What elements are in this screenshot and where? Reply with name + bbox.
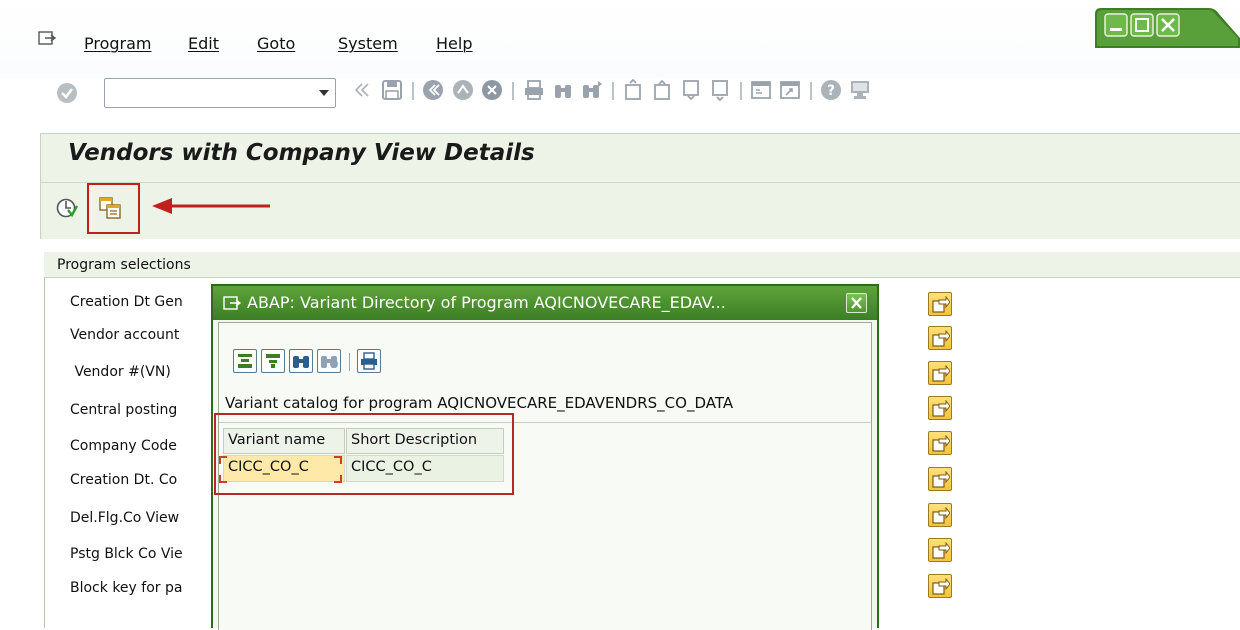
toolbar-separator <box>740 82 742 100</box>
multiple-selection-button[interactable] <box>928 431 952 455</box>
cancel-icon[interactable] <box>481 79 503 101</box>
back-arrow-icon[interactable] <box>422 79 444 101</box>
shortcut-icon[interactable] <box>779 79 801 101</box>
multiple-selection-icon <box>932 365 950 382</box>
header-divider <box>40 182 1240 183</box>
menu-bar: Program Edit Goto System Help <box>0 0 1240 78</box>
layout-icon[interactable] <box>849 79 871 101</box>
standard-toolbar <box>0 74 1240 118</box>
field-label-vendor-account: Vendor account <box>70 327 180 343</box>
multiple-selection-button[interactable] <box>928 538 952 562</box>
variant-table-highlight <box>214 413 514 495</box>
multiple-selection-button[interactable] <box>928 396 952 420</box>
chevron-down-icon[interactable] <box>319 90 329 96</box>
find-icon[interactable] <box>552 79 574 101</box>
variant-catalog-description: Variant catalog for program AQICNOVECARE… <box>225 394 734 412</box>
menu-system[interactable]: System <box>338 34 398 53</box>
field-label-central-posting: Central posting <box>70 402 178 418</box>
toolbar-separator <box>512 82 514 100</box>
dialog-title: ABAP: Variant Directory of Program AQICN… <box>247 293 726 312</box>
new-session-icon[interactable] <box>750 79 772 101</box>
multiple-selection-icon <box>932 435 950 452</box>
find-next-button[interactable] <box>317 349 341 373</box>
toolbar-separator <box>349 353 350 371</box>
multiple-selection-icon <box>932 471 950 488</box>
field-label-creation-date-gen: Creation Dt Gen <box>70 294 183 310</box>
menu-program[interactable]: Program <box>84 34 152 53</box>
menu-window-icon[interactable] <box>38 30 56 46</box>
prev-page-icon[interactable] <box>651 79 673 101</box>
close-icon <box>851 297 862 309</box>
multiple-selection-icon <box>932 400 950 417</box>
cell-selection-marker <box>334 456 342 464</box>
binoculars-icon <box>293 356 309 368</box>
maximize-icon <box>1130 13 1154 37</box>
first-page-icon[interactable] <box>622 79 644 101</box>
toolbar-separator <box>412 82 414 100</box>
command-field[interactable] <box>104 78 336 108</box>
sort-ascending-button[interactable] <box>233 349 257 373</box>
multiple-selection-icon <box>932 578 950 595</box>
print-icon[interactable] <box>523 79 545 101</box>
help-icon[interactable]: ? <box>820 79 842 101</box>
multiple-selection-icon <box>932 330 950 347</box>
multiple-selection-button[interactable] <box>928 292 952 316</box>
red-arrow-icon <box>152 198 270 214</box>
find-next-icon <box>321 356 338 368</box>
menu-edit[interactable]: Edit <box>188 34 219 53</box>
find-button[interactable] <box>289 349 313 373</box>
page-title: Vendors with Company View Details <box>68 140 535 166</box>
print-icon <box>361 352 377 370</box>
multiple-selection-button[interactable] <box>928 361 952 385</box>
save-icon[interactable] <box>381 79 403 101</box>
field-label-creation-date-co: Creation Dt. Co <box>70 472 178 488</box>
dialog-titlebar[interactable]: ABAP: Variant Directory of Program AQICN… <box>213 286 877 320</box>
minimize-icon <box>1104 13 1128 37</box>
window-controls <box>1095 8 1240 48</box>
svg-text:?: ? <box>827 83 835 99</box>
next-page-icon[interactable] <box>680 79 702 101</box>
multiple-selection-button[interactable] <box>928 467 952 491</box>
field-label-vendor-number: Vendor #(VN) <box>70 364 171 380</box>
last-page-icon[interactable] <box>709 79 731 101</box>
toolbar-separator <box>810 82 812 100</box>
filter-button[interactable] <box>261 349 285 373</box>
back-icon[interactable] <box>350 79 372 101</box>
program-selections-title: Program selections <box>57 257 191 273</box>
menu-help[interactable]: Help <box>436 34 472 53</box>
dialog-close-button[interactable] <box>846 293 867 313</box>
exit-icon[interactable] <box>452 79 474 101</box>
toolbar-separator <box>612 82 614 100</box>
cell-selection-marker <box>219 456 227 464</box>
sort-ascending-icon <box>238 354 252 368</box>
menu-goto[interactable]: Goto <box>257 34 295 53</box>
multiple-selection-icon <box>932 507 950 524</box>
cell-selection-marker <box>334 475 342 483</box>
get-variant-icon[interactable] <box>98 196 122 220</box>
execute-icon[interactable] <box>56 197 78 219</box>
multiple-selection-icon <box>932 296 950 313</box>
close-window-icon <box>1156 13 1180 37</box>
multiple-selection-button[interactable] <box>928 326 952 350</box>
field-label-del-flag-co-view: Del.Flg.Co View <box>70 510 180 526</box>
multiple-selection-icon <box>932 542 950 559</box>
print-button[interactable] <box>357 349 381 373</box>
find-next-icon[interactable] <box>581 79 603 101</box>
field-label-posting-block-co-view: Pstg Blck Co Vie <box>70 546 183 562</box>
cell-selection-marker <box>219 475 227 483</box>
enter-check-icon[interactable] <box>56 82 78 104</box>
field-label-company-code: Company Code <box>70 438 177 454</box>
field-label-block-key: Block key for pa <box>70 580 183 596</box>
multiple-selection-button[interactable] <box>928 503 952 527</box>
filter-icon <box>266 354 280 368</box>
dialog-window-icon <box>223 296 241 310</box>
program-selections-header <box>44 252 1240 278</box>
multiple-selection-button[interactable] <box>928 574 952 598</box>
